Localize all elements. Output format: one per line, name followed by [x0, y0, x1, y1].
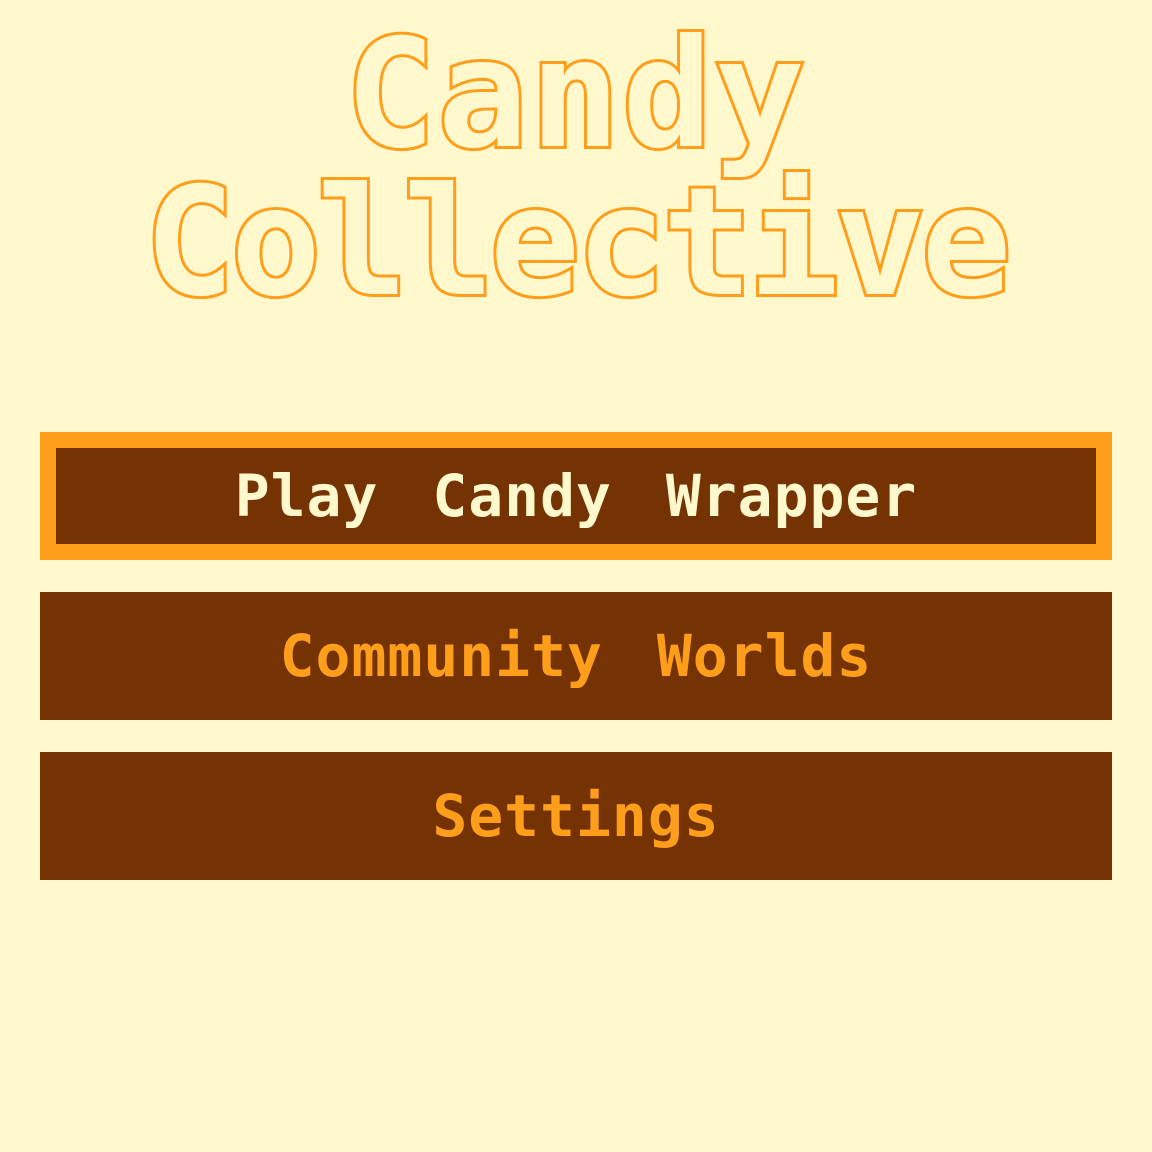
play-candy-wrapper-label: Play Candy Wrapper [234, 462, 918, 530]
settings-label: Settings [432, 782, 720, 850]
community-worlds-label: Community Worlds [279, 622, 873, 690]
community-worlds-button[interactable]: Community Worlds [40, 592, 1112, 720]
settings-button[interactable]: Settings [40, 752, 1112, 880]
game-title-line-2: Collective [141, 156, 1014, 330]
game-title-line-1: Candy [342, 8, 808, 182]
play-candy-wrapper-button[interactable]: Play Candy Wrapper [40, 432, 1112, 560]
